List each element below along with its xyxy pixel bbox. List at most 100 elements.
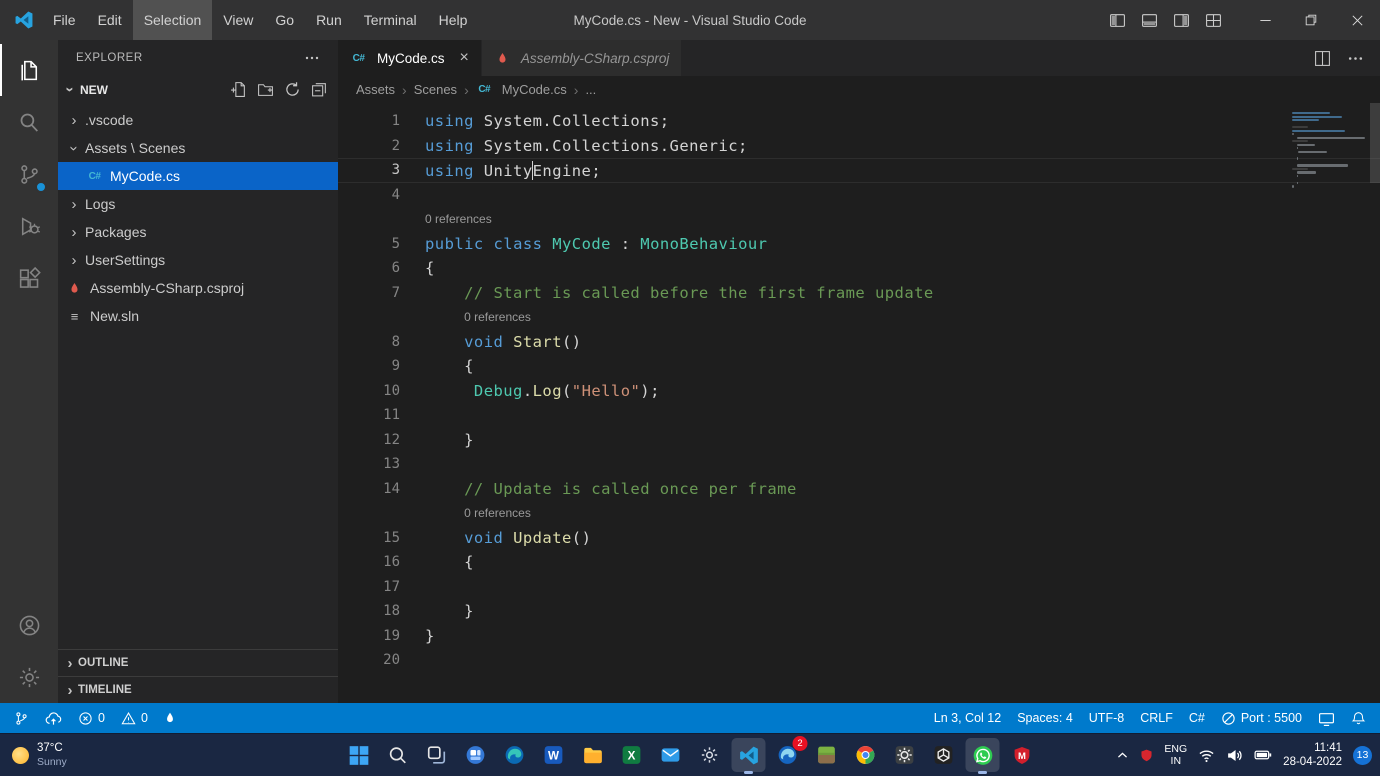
customize-layout-icon[interactable] <box>1205 12 1222 29</box>
warnings-count[interactable]: 0 <box>113 703 156 733</box>
code-lens[interactable]: 0 references <box>338 305 1380 330</box>
wifi-icon[interactable] <box>1198 747 1215 764</box>
section-outline[interactable]: ›OUTLINE <box>58 649 338 676</box>
close-button[interactable] <box>1334 0 1380 40</box>
breadcrumb-item-assets[interactable]: Assets <box>356 82 395 97</box>
taskbar-unity-hub[interactable] <box>888 738 922 772</box>
weather-widget[interactable]: 37°C Sunny <box>12 734 67 776</box>
explorer-section-header[interactable]: › NEW <box>58 76 338 103</box>
collapse-folders-icon[interactable] <box>311 81 328 98</box>
errors-count[interactable]: 0 <box>70 703 113 733</box>
code-line-19[interactable]: 19} <box>338 624 1380 649</box>
breadcrumb-item-mycode.cs[interactable]: C#MyCode.cs <box>476 82 567 97</box>
flame-status[interactable] <box>156 703 184 733</box>
code-line-13[interactable]: 13 <box>338 452 1380 477</box>
code-line-10[interactable]: 10 Debug.Log("Hello"); <box>338 379 1380 404</box>
taskbar-edge[interactable] <box>498 738 532 772</box>
notifications[interactable] <box>1343 703 1374 733</box>
code-line-18[interactable]: 18 } <box>338 599 1380 624</box>
menu-help[interactable]: Help <box>428 0 479 40</box>
taskbar-chrome[interactable] <box>849 738 883 772</box>
code-line-4[interactable]: 4 <box>338 183 1380 208</box>
activity-account[interactable] <box>0 599 58 651</box>
taskbar-search[interactable] <box>381 738 415 772</box>
menu-edit[interactable]: Edit <box>87 0 133 40</box>
toggle-sidebar-icon[interactable] <box>1109 12 1126 29</box>
minimap[interactable] <box>1292 111 1366 192</box>
tab-mycode.cs[interactable]: C#MyCode.cs× <box>338 40 482 76</box>
taskbar-mail[interactable] <box>654 738 688 772</box>
explorer-item-packages[interactable]: ›Packages <box>58 218 338 246</box>
code-lens[interactable]: 0 references <box>338 501 1380 526</box>
toggle-secondary-sidebar-icon[interactable] <box>1173 12 1190 29</box>
language-indicator[interactable]: ENG IN <box>1164 743 1187 767</box>
code-line-7[interactable]: 7 // Start is called before the first fr… <box>338 281 1380 306</box>
menu-selection[interactable]: Selection <box>133 0 213 40</box>
more-actions-icon[interactable] <box>1347 50 1364 67</box>
volume-icon[interactable] <box>1226 747 1243 764</box>
toggle-panel-icon[interactable] <box>1141 12 1158 29</box>
code-line-11[interactable]: 11 <box>338 403 1380 428</box>
section-timeline[interactable]: ›TIMELINE <box>58 676 338 703</box>
code-line-20[interactable]: 20 <box>338 648 1380 673</box>
code-line-16[interactable]: 16 { <box>338 550 1380 575</box>
taskbar-settings[interactable] <box>693 738 727 772</box>
close-tab-icon[interactable]: × <box>460 49 469 67</box>
notification-count-badge[interactable]: 13 <box>1353 746 1372 765</box>
code-lens[interactable]: 0 references <box>338 207 1380 232</box>
breadcrumb-item-...[interactable]: ... <box>585 82 596 97</box>
code-line-3[interactable]: 3using UnityEngine; <box>338 158 1380 183</box>
split-editor-icon[interactable] <box>1314 50 1331 67</box>
activity-explorer[interactable] <box>0 44 58 96</box>
taskbar-antivirus[interactable]: M <box>1005 738 1039 772</box>
activity-settings[interactable] <box>0 651 58 703</box>
taskbar-task-view[interactable] <box>420 738 454 772</box>
menu-run[interactable]: Run <box>305 0 353 40</box>
explorer-item-logs[interactable]: ›Logs <box>58 190 338 218</box>
explorer-item-mycode.cs[interactable]: C#MyCode.cs <box>58 162 338 190</box>
explorer-more-actions-icon[interactable] <box>304 50 320 66</box>
new-file-icon[interactable] <box>230 81 247 98</box>
refresh-explorer-icon[interactable] <box>284 81 301 98</box>
activity-search[interactable] <box>0 96 58 148</box>
menu-view[interactable]: View <box>212 0 264 40</box>
explorer-item-new.sln[interactable]: ≡New.sln <box>58 302 338 330</box>
taskbar-edge-dev[interactable]: 2 <box>771 738 805 772</box>
cursor-position[interactable]: Ln 3, Col 12 <box>926 703 1009 733</box>
encoding[interactable]: UTF-8 <box>1081 703 1132 733</box>
code-line-8[interactable]: 8 void Start() <box>338 330 1380 355</box>
indentation[interactable]: Spaces: 4 <box>1009 703 1081 733</box>
source-control-status[interactable] <box>6 703 37 733</box>
live-server-port[interactable]: Port : 5500 <box>1213 703 1310 733</box>
end-of-line[interactable]: CRLF <box>1132 703 1181 733</box>
battery-icon[interactable] <box>1254 746 1272 764</box>
breadcrumb-item-scenes[interactable]: Scenes <box>414 82 457 97</box>
clock[interactable]: 11:41 28-04-2022 <box>1283 741 1342 770</box>
code-line-1[interactable]: 1using System.Collections; <box>338 109 1380 134</box>
taskbar-widgets[interactable] <box>459 738 493 772</box>
code-editor[interactable]: 1using System.Collections;2using System.… <box>338 103 1380 703</box>
taskbar-file-explorer[interactable] <box>576 738 610 772</box>
taskbar-minecraft[interactable] <box>810 738 844 772</box>
activity-extensions[interactable] <box>0 252 58 304</box>
chevron-up-icon[interactable] <box>1116 749 1129 762</box>
menu-go[interactable]: Go <box>264 0 305 40</box>
antivirus-tray-icon[interactable] <box>1140 749 1153 762</box>
code-line-6[interactable]: 6{ <box>338 256 1380 281</box>
maximize-button[interactable] <box>1288 0 1334 40</box>
explorer-item-assets-scenes[interactable]: ›Assets \ Scenes <box>58 134 338 162</box>
taskbar-whatsapp[interactable] <box>966 738 1000 772</box>
code-line-2[interactable]: 2using System.Collections.Generic; <box>338 134 1380 159</box>
activity-source-control[interactable] <box>0 148 58 200</box>
new-folder-icon[interactable] <box>257 81 274 98</box>
menu-file[interactable]: File <box>42 0 87 40</box>
taskbar-unity[interactable] <box>927 738 961 772</box>
code-line-14[interactable]: 14 // Update is called once per frame <box>338 477 1380 502</box>
menu-terminal[interactable]: Terminal <box>353 0 428 40</box>
taskbar-word[interactable]: W <box>537 738 571 772</box>
activity-run-debug[interactable] <box>0 200 58 252</box>
tab-assembly-csharp.csproj[interactable]: Assembly-CSharp.csproj <box>482 40 683 76</box>
taskbar-excel[interactable]: X <box>615 738 649 772</box>
screencast[interactable] <box>1310 703 1343 733</box>
explorer-item-assembly-csharp.csproj[interactable]: Assembly-CSharp.csproj <box>58 274 338 302</box>
